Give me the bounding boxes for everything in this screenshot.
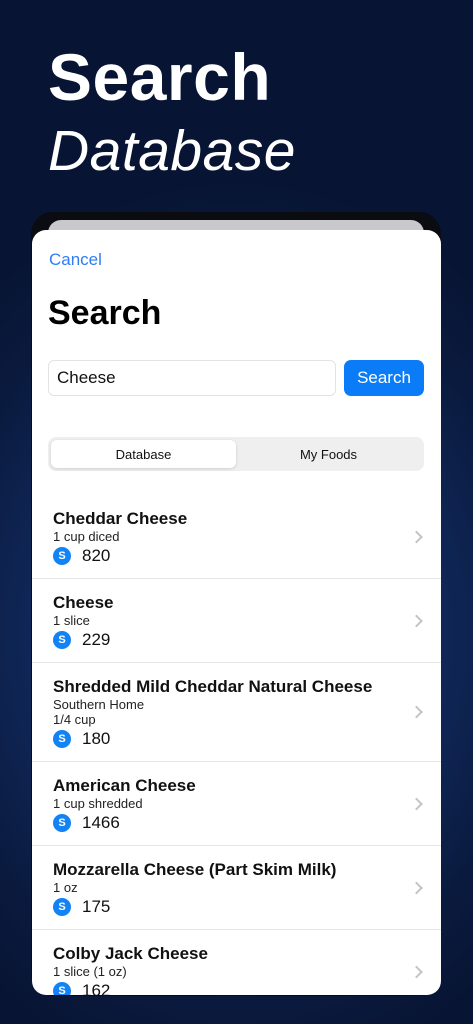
result-row[interactable]: American Cheese 1 cup shredded S 1466	[32, 762, 441, 846]
calorie-line: S 229	[53, 630, 401, 650]
result-row[interactable]: Shredded Mild Cheddar Natural Cheese Sou…	[32, 663, 441, 762]
chevron-right-icon	[410, 530, 423, 543]
food-serving: 1 oz	[53, 880, 78, 895]
result-row[interactable]: Cheddar Cheese 1 cup diced S 820	[32, 495, 441, 579]
food-name: Cheese	[53, 593, 114, 612]
result-row[interactable]: Cheese 1 slice S 229	[32, 579, 441, 663]
calorie-value: 162	[82, 981, 111, 995]
food-name: Mozzarella Cheese (Part Skim Milk)	[53, 860, 337, 879]
calorie-line: S 820	[53, 546, 401, 566]
food-serving: 1 cup shredded	[53, 796, 143, 811]
search-input[interactable]	[48, 360, 336, 396]
result-row[interactable]: Mozzarella Cheese (Part Skim Milk) 1 oz …	[32, 846, 441, 930]
segment-my-foods[interactable]: My Foods	[236, 440, 421, 468]
calorie-value: 1466	[82, 813, 120, 832]
source-badge-icon: S	[53, 898, 71, 916]
calorie-line: S 162	[53, 981, 401, 995]
chevron-right-icon	[410, 705, 423, 719]
calorie-value: 175	[82, 897, 111, 916]
chevron-right-icon	[410, 965, 423, 978]
page-title: Search	[48, 294, 162, 332]
hero-heading: Search Database	[48, 40, 296, 184]
source-segmented-control: Database My Foods	[48, 437, 424, 471]
food-name: Cheddar Cheese	[53, 509, 188, 528]
calorie-value: 180	[82, 729, 111, 748]
food-serving: 1 cup diced	[53, 529, 120, 544]
results-list: Cheddar Cheese 1 cup diced S 820 Cheese …	[32, 495, 441, 995]
chevron-right-icon	[410, 881, 423, 894]
calorie-line: S 180	[53, 729, 401, 749]
food-serving: 1 slice	[53, 613, 90, 628]
calorie-value: 820	[82, 546, 111, 565]
food-serving: 1 slice (1 oz)	[53, 964, 127, 979]
calorie-line: S 1466	[53, 813, 401, 833]
source-badge-icon: S	[53, 982, 71, 995]
food-name: Colby Jack Cheese	[53, 944, 208, 963]
search-button[interactable]: Search	[344, 360, 424, 396]
source-badge-icon: S	[53, 814, 71, 832]
chevron-right-icon	[410, 614, 423, 627]
search-sheet: Cancel Search Search Database My Foods C…	[32, 230, 441, 995]
hero-title: Search	[48, 40, 272, 114]
cancel-button[interactable]: Cancel	[49, 250, 102, 270]
calorie-value: 229	[82, 630, 111, 649]
food-serving: 1/4 cup	[53, 712, 96, 727]
hero-subtitle: Database	[48, 119, 297, 183]
food-name: Shredded Mild Cheddar Natural Cheese	[53, 677, 373, 696]
segment-database[interactable]: Database	[51, 440, 236, 468]
source-badge-icon: S	[53, 730, 71, 748]
source-badge-icon: S	[53, 547, 71, 565]
chevron-right-icon	[410, 797, 423, 810]
calorie-line: S 175	[53, 897, 401, 917]
result-row[interactable]: Colby Jack Cheese 1 slice (1 oz) S 162	[32, 930, 441, 995]
source-badge-icon: S	[53, 631, 71, 649]
food-name: American Cheese	[53, 776, 196, 795]
food-brand: Southern Home	[53, 697, 145, 712]
